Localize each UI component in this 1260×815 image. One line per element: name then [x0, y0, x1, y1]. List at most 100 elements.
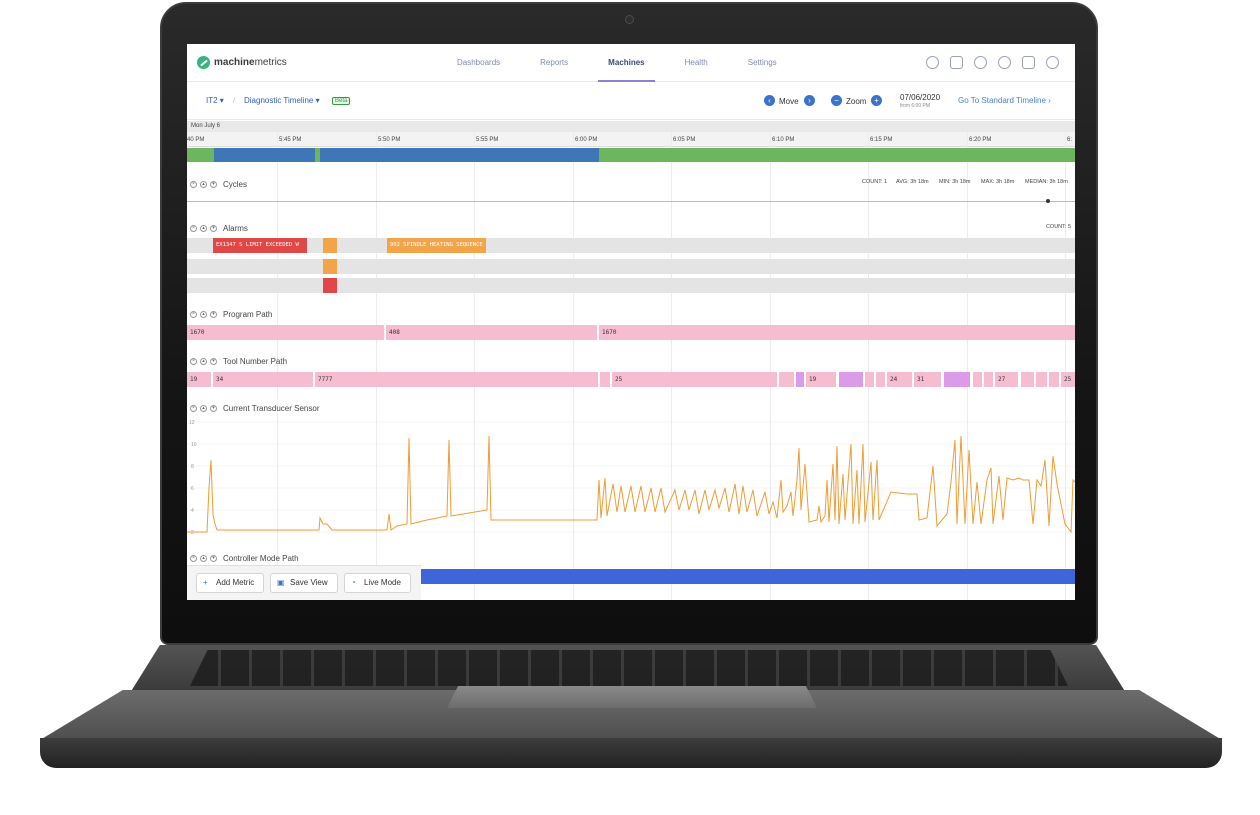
- move-down-icon[interactable]: ▾: [210, 180, 217, 188]
- tool-segment[interactable]: 25: [1061, 372, 1075, 387]
- machine-selector[interactable]: IT2 ▾: [206, 96, 224, 105]
- move-up-icon[interactable]: ▴: [200, 357, 207, 365]
- sensor-axis-labels: 12 10 8 6 4 2: [189, 420, 197, 535]
- remove-metric-icon[interactable]: ×: [190, 224, 197, 232]
- program-segment[interactable]: 408: [386, 325, 597, 340]
- move-down-icon[interactable]: ▾: [210, 224, 217, 232]
- tool-segment[interactable]: 31: [914, 372, 941, 387]
- tool-segment[interactable]: 19: [187, 372, 211, 387]
- save-view-button[interactable]: ▣ Save View: [270, 573, 338, 593]
- help-icon[interactable]: [998, 56, 1011, 69]
- move-down-icon[interactable]: ▾: [210, 404, 217, 412]
- standard-timeline-link[interactable]: Go To Standard Timeline ›: [958, 96, 1051, 105]
- remove-metric-icon[interactable]: ×: [190, 180, 197, 188]
- add-metric-button[interactable]: + Add Metric: [196, 573, 264, 593]
- tool-segment[interactable]: 19: [806, 372, 836, 387]
- nav-health[interactable]: Health: [665, 44, 728, 82]
- lock-icon[interactable]: [1022, 56, 1035, 69]
- nav-reports[interactable]: Reports: [520, 44, 588, 82]
- alarm-block[interactable]: 902 SPINDLE HEATING SEQUENCE: [387, 238, 486, 253]
- tool-segment[interactable]: 24: [887, 372, 912, 387]
- cycles-count: COUNT: 1: [862, 179, 888, 185]
- tool-segment[interactable]: [1036, 372, 1047, 387]
- top-navigation: machinemetrics Dashboards Reports Machin…: [187, 44, 1075, 82]
- laptop-base-edge: [40, 738, 1222, 768]
- tool-segment[interactable]: [839, 372, 863, 387]
- alarm-block[interactable]: [323, 238, 337, 253]
- live-mode-button[interactable]: ◔ Live Mode: [344, 573, 411, 593]
- move-up-icon[interactable]: ▴: [200, 180, 207, 188]
- move-back-button[interactable]: ‹: [764, 95, 775, 106]
- webcam: [625, 15, 634, 24]
- status-segment-idle[interactable]: [214, 148, 315, 162]
- tool-segment[interactable]: [600, 372, 610, 387]
- zoom-in-button[interactable]: +: [871, 95, 882, 106]
- tool-segment[interactable]: [1049, 372, 1059, 387]
- tool-segment[interactable]: [984, 372, 993, 387]
- section-title: Controller Mode Path: [223, 553, 299, 563]
- remove-metric-icon[interactable]: ×: [190, 357, 197, 365]
- section-title: Program Path: [223, 309, 273, 319]
- section-title: Cycles: [223, 179, 248, 189]
- nav-settings[interactable]: Settings: [728, 44, 797, 82]
- time-tick: 40 PM: [187, 137, 205, 143]
- program-segment[interactable]: 1670: [187, 325, 384, 340]
- cycle-marker[interactable]: [1046, 199, 1050, 203]
- tool-segment[interactable]: [876, 372, 885, 387]
- controller-mode-segment[interactable]: [421, 569, 1075, 584]
- nav-machines[interactable]: Machines: [588, 44, 664, 82]
- zoom-out-button[interactable]: −: [831, 95, 842, 106]
- date-picker[interactable]: 07/06/2020: [900, 93, 940, 102]
- user-icon[interactable]: [1046, 56, 1059, 69]
- cycles-median: MEDIAN: 3h 18m: [1025, 179, 1068, 185]
- tool-segment[interactable]: [973, 372, 982, 387]
- move-up-icon[interactable]: ▴: [200, 404, 207, 412]
- remove-metric-icon[interactable]: ×: [190, 404, 197, 412]
- cycles-avg: AVG: 3h 18m: [896, 179, 929, 185]
- program-segment[interactable]: 1670: [599, 325, 1075, 340]
- tool-path-header: × ▴ ▾ Tool Number Path: [187, 354, 1075, 368]
- tool-segment[interactable]: 34: [213, 372, 313, 387]
- section-title: Tool Number Path: [223, 356, 288, 366]
- brand-logo[interactable]: machinemetrics: [197, 56, 287, 69]
- nav-dashboards[interactable]: Dashboards: [437, 44, 520, 82]
- remove-metric-icon[interactable]: ×: [190, 554, 197, 562]
- move-down-icon[interactable]: ▾: [210, 554, 217, 562]
- alarm-block[interactable]: [323, 278, 337, 293]
- view-selector[interactable]: Diagnostic Timeline ▾: [244, 96, 320, 105]
- sensor-chart[interactable]: 12 10 8 6 4 2: [187, 420, 1075, 535]
- tool-segment[interactable]: 27: [995, 372, 1018, 387]
- status-segment-running[interactable]: [187, 148, 214, 162]
- tool-segment[interactable]: [1021, 372, 1034, 387]
- alarm-block[interactable]: EX1347 S LIMIT EXCEEDED W: [213, 238, 307, 253]
- tool-segment[interactable]: [796, 372, 804, 387]
- status-segment-running[interactable]: [599, 148, 1075, 162]
- move-up-icon[interactable]: ▴: [200, 554, 207, 562]
- move-forward-button[interactable]: ›: [804, 95, 815, 106]
- move-down-icon[interactable]: ▾: [210, 357, 217, 365]
- move-down-icon[interactable]: ▾: [210, 310, 217, 318]
- tool-segment[interactable]: [865, 372, 874, 387]
- status-segment-idle[interactable]: [320, 148, 599, 162]
- tool-segment[interactable]: [944, 372, 970, 387]
- tool-segment[interactable]: 25: [612, 372, 777, 387]
- nav-icon-group: [926, 56, 1059, 69]
- timeline-toolbar: IT2 ▾ / Diagnostic Timeline ▾ Beta ‹ Mov…: [187, 82, 1075, 120]
- alarm-block[interactable]: [323, 259, 337, 274]
- integration-icon[interactable]: [926, 56, 939, 69]
- remove-metric-icon[interactable]: ×: [190, 310, 197, 318]
- sensor-tick-label: 8: [191, 464, 194, 470]
- alarm-lane: [187, 259, 1075, 274]
- app-screen: machinemetrics Dashboards Reports Machin…: [187, 44, 1075, 600]
- globe-icon[interactable]: [974, 56, 987, 69]
- tool-segment[interactable]: 7777: [315, 372, 598, 387]
- move-up-icon[interactable]: ▴: [200, 224, 207, 232]
- beta-badge: Beta: [332, 97, 351, 105]
- date-from-label: from 6:00 PM: [900, 103, 931, 109]
- move-up-icon[interactable]: ▴: [200, 310, 207, 318]
- tool-segment[interactable]: [779, 372, 794, 387]
- shuffle-icon[interactable]: [950, 56, 963, 69]
- cycles-max: MAX: 3h 18m: [981, 179, 1015, 185]
- nav-tabs: Dashboards Reports Machines Health Setti…: [437, 44, 797, 82]
- sensor-tick-label: 4: [191, 508, 194, 514]
